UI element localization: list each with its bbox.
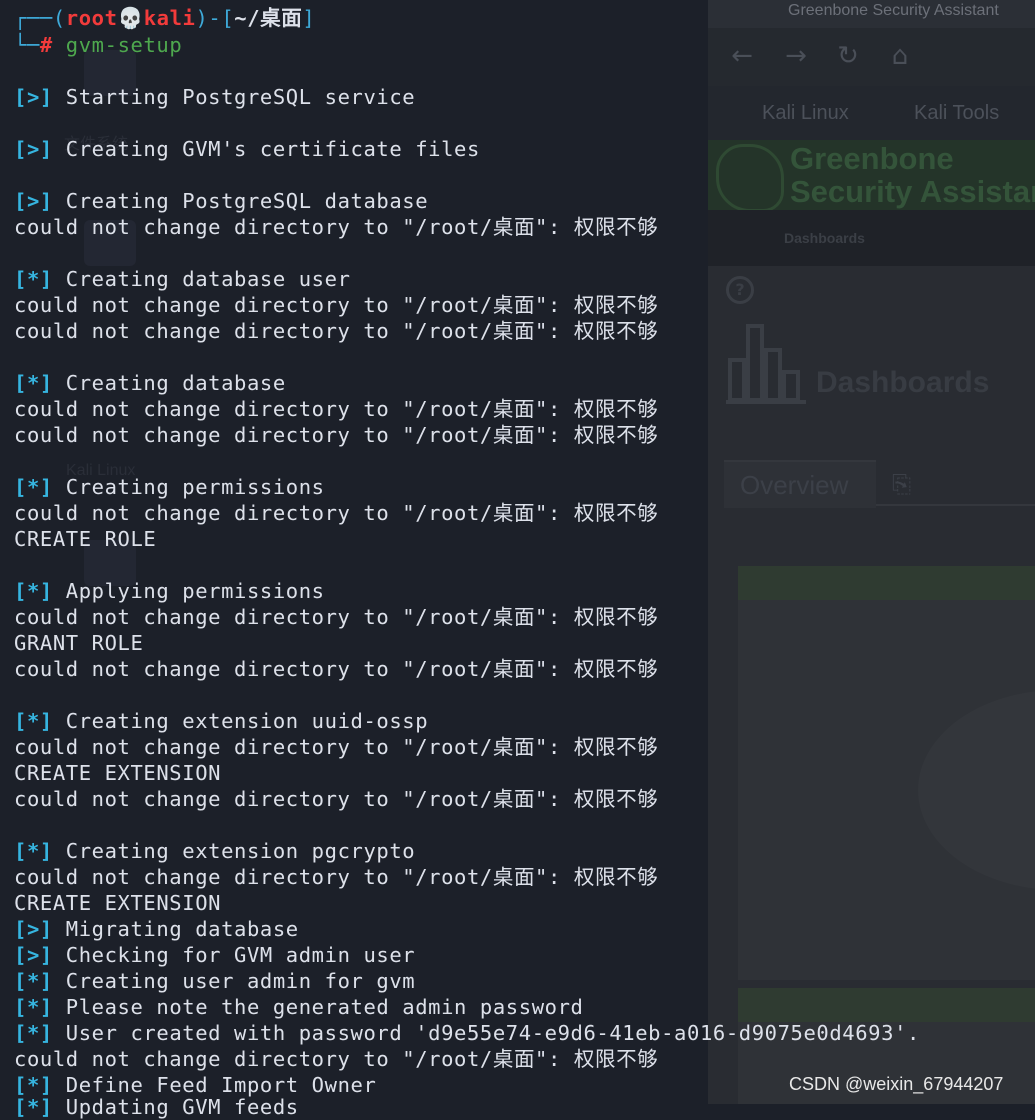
greenbone-logo-icon xyxy=(716,144,784,212)
dashboards-title: Dashboards xyxy=(816,366,990,399)
line-marker: [*] xyxy=(14,1095,53,1119)
output-line: [*] Creating database xyxy=(14,370,286,396)
line-marker: [>] xyxy=(14,917,53,941)
line-marker: [*] xyxy=(14,839,53,863)
help-icon[interactable]: ? xyxy=(726,276,754,304)
line-text: User created with password 'd9e55e74-e9d… xyxy=(65,1021,920,1045)
line-text: Starting PostgreSQL service xyxy=(65,85,416,109)
output-line: [>] Migrating database xyxy=(14,916,299,942)
line-text: Creating database user xyxy=(65,267,351,291)
line-marker: [*] xyxy=(14,475,53,499)
browser-tab-title[interactable]: Greenbone Security Assistant xyxy=(788,2,999,20)
line-text: Creating user admin for gvm xyxy=(65,969,416,993)
csdn-watermark: CSDN @weixin_67944207 xyxy=(789,1074,1004,1094)
line-text: Updating GVM feeds xyxy=(65,1095,299,1119)
line-text: Checking for GVM admin user xyxy=(65,943,416,967)
line-text: Creating extension uuid-ossp xyxy=(65,709,429,733)
line-marker: [>] xyxy=(14,85,53,109)
dashboard-panel-header-2 xyxy=(738,988,1035,1022)
line-marker: [>] xyxy=(14,137,53,161)
line-text: Please note the generated admin password xyxy=(65,995,584,1019)
output-line: [*] Creating database user xyxy=(14,266,351,292)
output-line: [>] Creating GVM's certificate files xyxy=(14,136,480,162)
forward-icon[interactable]: → xyxy=(778,38,814,74)
line-text: Applying permissions xyxy=(65,579,325,603)
line-text: Creating PostgreSQL database xyxy=(65,189,429,213)
output-line: GRANT ROLE xyxy=(14,631,144,655)
output-line: [*] Updating GVM feeds xyxy=(14,1094,299,1120)
new-dashboard-tab-icon[interactable]: ⎘ xyxy=(892,470,911,498)
command-text: gvm-setup xyxy=(65,33,183,57)
output-line: [>] Checking for GVM admin user xyxy=(14,942,415,968)
line-text: Creating permissions xyxy=(65,475,325,499)
prompt-user: root xyxy=(65,6,118,30)
output-line: could not change directory to "/root/桌面"… xyxy=(14,293,659,317)
output-line: [*] Applying permissions xyxy=(14,578,325,604)
prompt-line: ┌──(root💀kali)-[~/桌面] xyxy=(14,6,316,30)
bookmark-kali-tools[interactable]: Kali Tools xyxy=(914,102,999,125)
back-icon[interactable]: ← xyxy=(724,38,760,74)
output-line: could not change directory to "/root/桌面"… xyxy=(14,1047,659,1071)
line-marker: [*] xyxy=(14,1021,53,1045)
bookmark-kali-linux[interactable]: Kali Linux xyxy=(762,102,849,125)
tab-divider xyxy=(876,504,1035,506)
output-line: [>] Starting PostgreSQL service xyxy=(14,84,415,110)
home-icon[interactable]: ⌂ xyxy=(882,38,918,74)
background-browser-window: Greenbone Security Assistant ← → ↻ ⌂ Kal… xyxy=(708,0,1035,1104)
output-line: could not change directory to "/root/桌面"… xyxy=(14,501,659,525)
output-line: could not change directory to "/root/桌面"… xyxy=(14,319,659,343)
prompt-host: kali xyxy=(143,6,196,30)
dashboard-chart-icon xyxy=(726,324,806,404)
output-line: [*] Please note the generated admin pass… xyxy=(14,994,583,1020)
menu-item-dashboards[interactable]: Dashboards xyxy=(784,230,865,246)
gsa-menu-bar xyxy=(708,210,1035,266)
line-text: Creating database xyxy=(65,371,286,395)
password-line: [*] User created with password 'd9e55e74… xyxy=(14,1020,920,1046)
output-line: CREATE ROLE xyxy=(14,527,157,551)
output-line: could not change directory to "/root/桌面"… xyxy=(14,787,659,811)
command-line: └─# gvm-setup xyxy=(14,33,183,57)
terminal-window[interactable]: 文件系统 Kali Linux ┌──(root💀kali)-[~/桌面] └─… xyxy=(0,0,919,1119)
output-line: CREATE EXTENSION xyxy=(14,891,222,915)
output-line: [*] Creating extension uuid-ossp xyxy=(14,708,428,734)
line-marker: [*] xyxy=(14,709,53,733)
output-line: could not change directory to "/root/桌面"… xyxy=(14,423,659,447)
line-text: Creating extension pgcrypto xyxy=(65,839,416,863)
dashboard-panel-header xyxy=(738,566,1035,600)
gsa-logo-line2: Security Assistant xyxy=(790,174,1035,209)
skull-icon: 💀 xyxy=(117,6,144,30)
output-line: could not change directory to "/root/桌面"… xyxy=(14,865,659,889)
line-marker: [*] xyxy=(14,371,53,395)
line-marker: [>] xyxy=(14,189,53,213)
output-line: could not change directory to "/root/桌面"… xyxy=(14,215,659,239)
output-line: could not change directory to "/root/桌面"… xyxy=(14,657,659,681)
output-line: CREATE EXTENSION xyxy=(14,761,222,785)
line-marker: [*] xyxy=(14,969,53,993)
tab-overview-label[interactable]: Overview xyxy=(740,470,848,501)
output-line: could not change directory to "/root/桌面"… xyxy=(14,397,659,421)
output-line: [*] Creating user admin for gvm xyxy=(14,968,415,994)
output-line: could not change directory to "/root/桌面"… xyxy=(14,605,659,629)
line-marker: [*] xyxy=(14,579,53,603)
output-line: [*] Creating permissions xyxy=(14,474,325,500)
gsa-logo-text: Greenbone Security Assistant xyxy=(790,142,1035,208)
line-marker: [*] xyxy=(14,267,53,291)
output-line: [*] Creating extension pgcrypto xyxy=(14,838,415,864)
prompt-cwd: ~/桌面 xyxy=(234,6,303,30)
line-marker: [*] xyxy=(14,995,53,1019)
output-line: [>] Creating PostgreSQL database xyxy=(14,188,428,214)
line-text: Migrating database xyxy=(65,917,299,941)
line-text: Creating GVM's certificate files xyxy=(65,137,480,161)
gsa-logo-line1: Greenbone xyxy=(790,141,954,176)
output-line: could not change directory to "/root/桌面"… xyxy=(14,735,659,759)
line-marker: [>] xyxy=(14,943,53,967)
reload-icon[interactable]: ↻ xyxy=(830,38,866,74)
